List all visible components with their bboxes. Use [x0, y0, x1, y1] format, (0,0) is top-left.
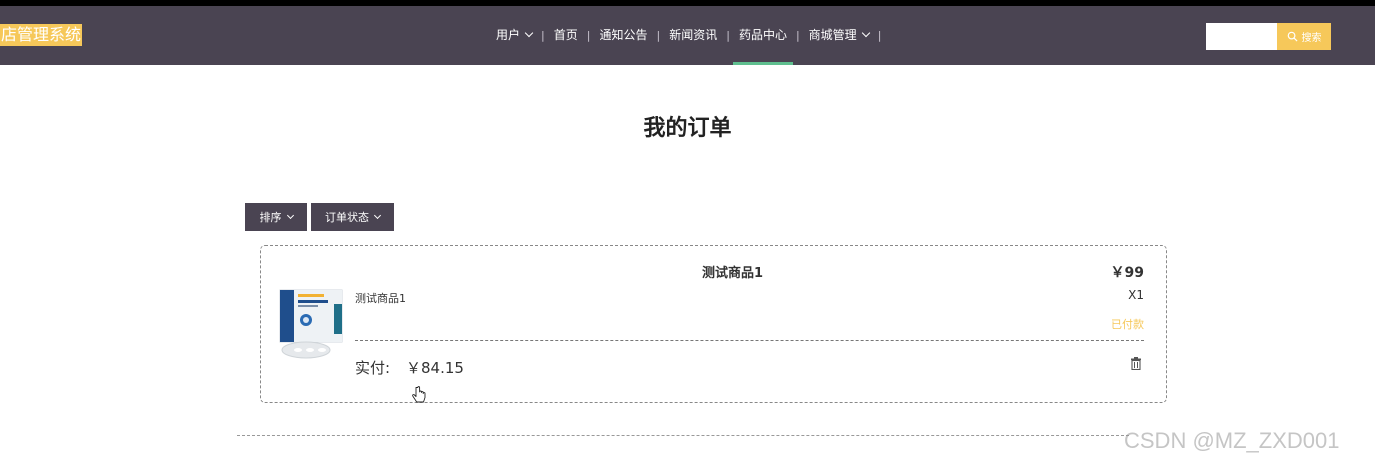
footer-divider [237, 435, 1129, 436]
order-item-name: 测试商品1 [355, 292, 406, 305]
nav-item-news[interactable]: 新闻资讯 [663, 6, 723, 65]
search-button[interactable]: 搜索 [1277, 23, 1331, 50]
chevron-down-icon [286, 211, 294, 219]
search-button-label: 搜索 [1301, 33, 1322, 44]
nav-label-users: 用户 [496, 28, 521, 42]
hand-cursor-icon [412, 386, 426, 403]
sort-dropdown-button[interactable]: 排序 [245, 203, 307, 231]
nav-separator: | [795, 29, 800, 42]
order-status-dropdown-button[interactable]: 订单状态 [311, 203, 394, 231]
paid-amount-label: 实付: [355, 359, 391, 377]
nav-separator: | [877, 29, 882, 42]
search-icon [1287, 31, 1298, 42]
card-divider [355, 340, 1144, 341]
watermark: CSDN @MZ_ZXD001 [1124, 428, 1340, 453]
chevron-down-icon [524, 28, 534, 38]
nav-separator: | [541, 29, 545, 42]
nav-item-home[interactable]: 首页 [548, 6, 584, 65]
sort-label: 排序 [259, 211, 282, 224]
paid-amount-value: ￥84.15 [406, 359, 464, 377]
order-status-badge: 已付款 [1111, 318, 1144, 331]
trash-icon[interactable] [1130, 357, 1142, 370]
page-title: 我的订单 [643, 116, 732, 141]
order-item-price: ￥99 [1110, 265, 1144, 281]
order-item-quantity: X1 [1128, 288, 1144, 302]
search-input[interactable] [1206, 23, 1277, 50]
order-status-label: 订单状态 [325, 211, 369, 224]
chevron-down-icon [373, 211, 382, 219]
nav-separator: | [586, 29, 591, 42]
main-nav: 用户 | 首页 | 通知公告 | 新闻资讯 | 药品中心 | 商城管理 | [490, 6, 884, 65]
nav-item-announcements[interactable]: 通知公告 [593, 6, 653, 65]
nav-label-mall-management: 商城管理 [808, 28, 857, 42]
nav-item-drug-center[interactable]: 药品中心 [732, 6, 793, 65]
order-item-title[interactable]: 测试商品1 [620, 262, 845, 281]
product-image[interactable] [278, 284, 348, 362]
brand-title: 店管理系统 [0, 24, 83, 46]
nav-separator: | [656, 29, 661, 42]
nav-separator: | [726, 29, 730, 42]
chevron-down-icon [861, 28, 870, 38]
nav-item-mall-management[interactable]: 商城管理 [803, 6, 875, 65]
nav-item-users[interactable]: 用户 [490, 6, 538, 65]
